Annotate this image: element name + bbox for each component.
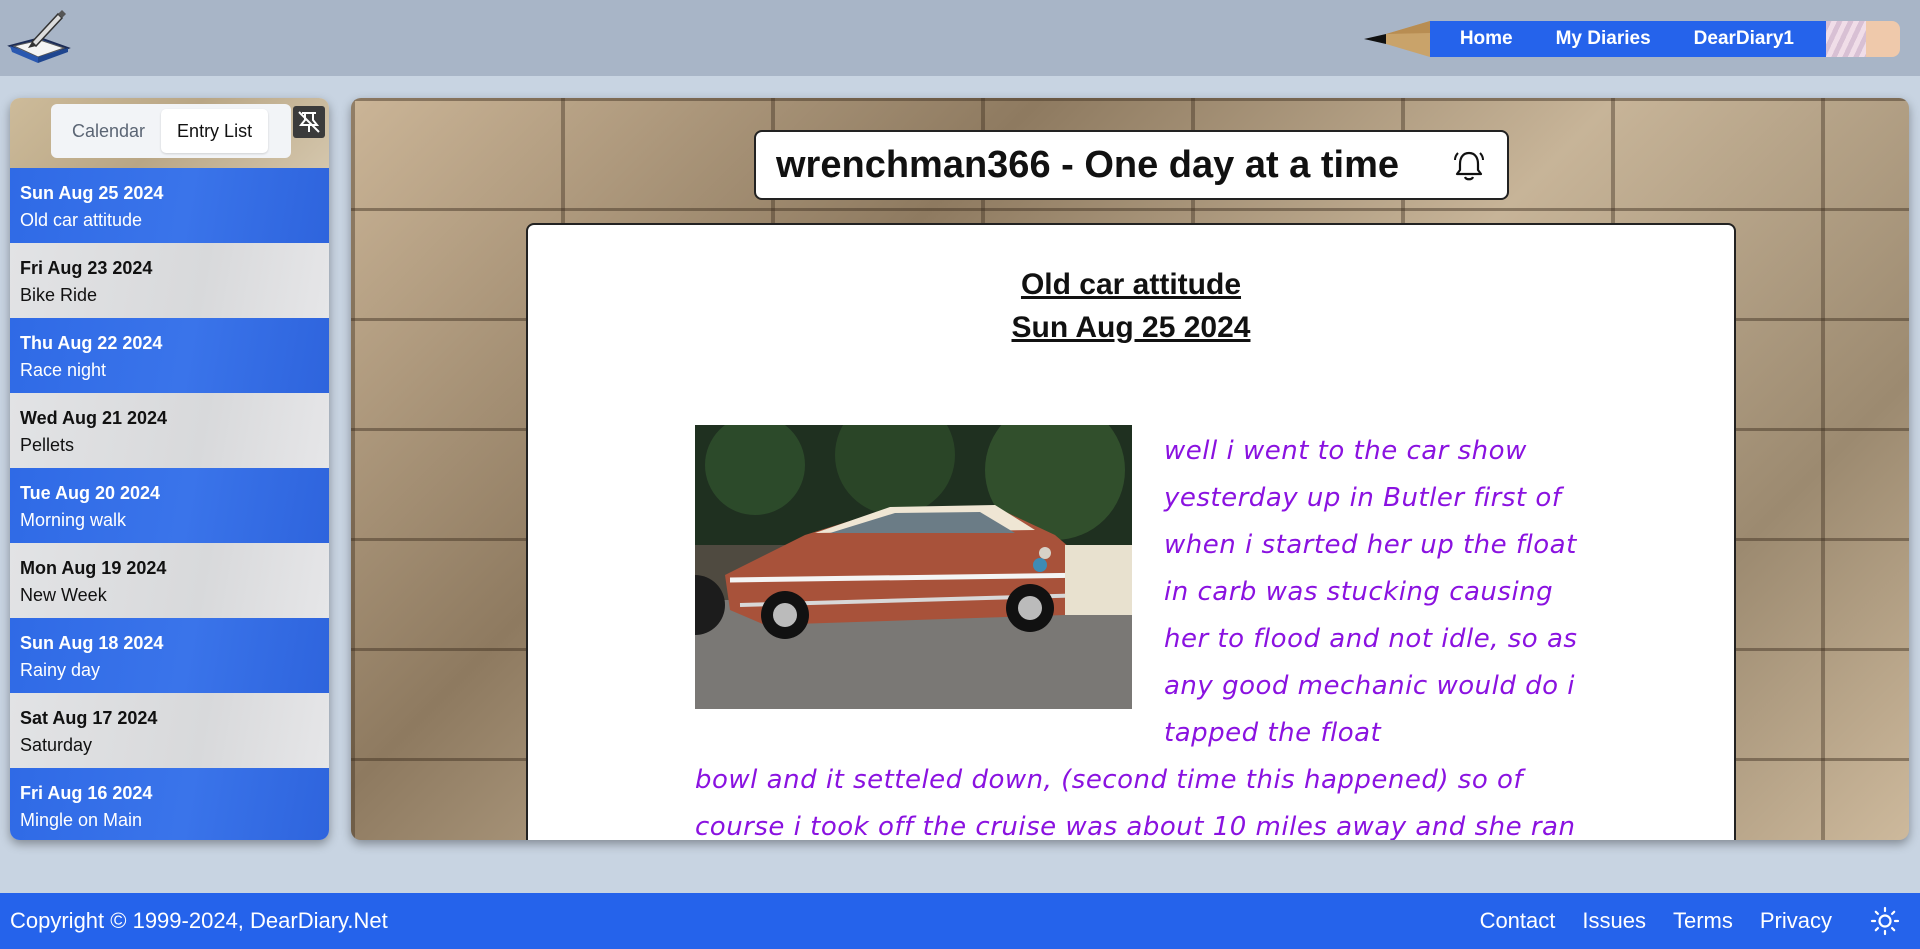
entry-date: Tue Aug 20 2024 [20,483,161,503]
list-item[interactable]: Tue Aug 20 2024 Morning walk [10,468,329,543]
nav-my-diaries-link[interactable]: My Diaries [1556,28,1651,50]
footer: Copyright © 1999-2024, DearDiary.Net Con… [0,893,1920,949]
entry-heading-date: Sun Aug 25 2024 [1011,311,1251,344]
list-item[interactable]: Sun Aug 18 2024 Rainy day [10,618,329,693]
diary-main: wrenchman366 - One day at a time Old car… [351,98,1909,840]
pencil-band [1826,21,1866,57]
entry-date: Sun Aug 25 2024 [20,183,164,203]
list-item[interactable]: Thu Aug 22 2024 Race night [10,318,329,393]
entry-title: Saturday [20,735,93,755]
entry-date: Fri Aug 23 2024 [20,258,153,278]
tab-entry-list[interactable]: Entry List [161,109,269,153]
entry-heading-title: Old car attitude [1020,268,1242,301]
list-item[interactable]: Sat Aug 17 2024 Saturday [10,693,329,768]
header: Home My Diaries DearDiary1 [0,0,1920,76]
entry-title: Pellets [20,435,75,455]
entry-date: Wed Aug 21 2024 [20,408,168,428]
entry-title: Race night [20,360,107,380]
entry-title: Old car attitude [20,210,143,230]
nav-bar: Home My Diaries DearDiary1 [1429,21,1826,57]
footer-issues-link[interactable]: Issues [1582,908,1646,934]
tab-calendar[interactable]: Calendar [56,109,161,153]
nav-home-link[interactable]: Home [1460,28,1513,50]
bell-icon[interactable] [1451,148,1487,184]
pencil-eraser [1866,21,1900,57]
sidebar-header: Calendar Entry List [10,98,329,168]
entry-date: Sat Aug 17 2024 [20,708,158,728]
sidebar-tabs: Calendar Entry List [51,104,291,158]
entry-photo[interactable] [695,425,1132,709]
entry-body-column: well i went to the car show yesterday up… [1164,436,1578,748]
entry-title: New Week [20,585,107,605]
footer-contact-link[interactable]: Contact [1480,908,1556,934]
main-nav: Home My Diaries DearDiary1 [1363,21,1900,57]
diary-title: wrenchman366 - One day at a time [776,143,1400,186]
entry-body-full: bowl and it setteled down, (second time … [695,765,1576,840]
nav-user-link[interactable]: DearDiary1 [1694,28,1794,50]
entry-page: Old car attitude Sun Aug 25 2024 well i … [526,223,1736,840]
entry-title: Rainy day [20,660,101,680]
pin-off-icon [298,111,320,133]
sun-icon[interactable] [1870,906,1900,936]
entry-title: Morning walk [20,510,127,530]
entry-date: Mon Aug 19 2024 [20,558,167,578]
entry-date: Sun Aug 18 2024 [20,633,164,653]
footer-privacy-link[interactable]: Privacy [1760,908,1832,934]
copyright-text: Copyright © 1999-2024, DearDiary.Net [10,908,388,933]
entry-title: Bike Ride [20,285,98,305]
footer-links: Contact Issues Terms Privacy [1480,908,1832,934]
diary-title-box: wrenchman366 - One day at a time [754,130,1509,200]
entry-date: Thu Aug 22 2024 [20,333,163,353]
entry-title: Mingle on Main [20,810,143,830]
list-item[interactable]: Fri Aug 23 2024 Bike Ride [10,243,329,318]
unpin-button[interactable] [293,106,325,138]
entry-date: Fri Aug 16 2024 [20,783,153,803]
footer-terms-link[interactable]: Terms [1673,908,1733,934]
entry-sidebar: Calendar Entry List Sun Aug 25 2024 Old … [10,98,329,840]
list-item[interactable]: Mon Aug 19 2024 New Week [10,543,329,618]
list-item[interactable]: Wed Aug 21 2024 Pellets [10,393,329,468]
diary-logo-icon[interactable] [6,8,72,70]
list-item[interactable]: Fri Aug 16 2024 Mingle on Main [10,768,329,840]
list-item[interactable]: Sun Aug 25 2024 Old car attitude [10,168,329,243]
pencil-tip-icon [1363,21,1430,57]
